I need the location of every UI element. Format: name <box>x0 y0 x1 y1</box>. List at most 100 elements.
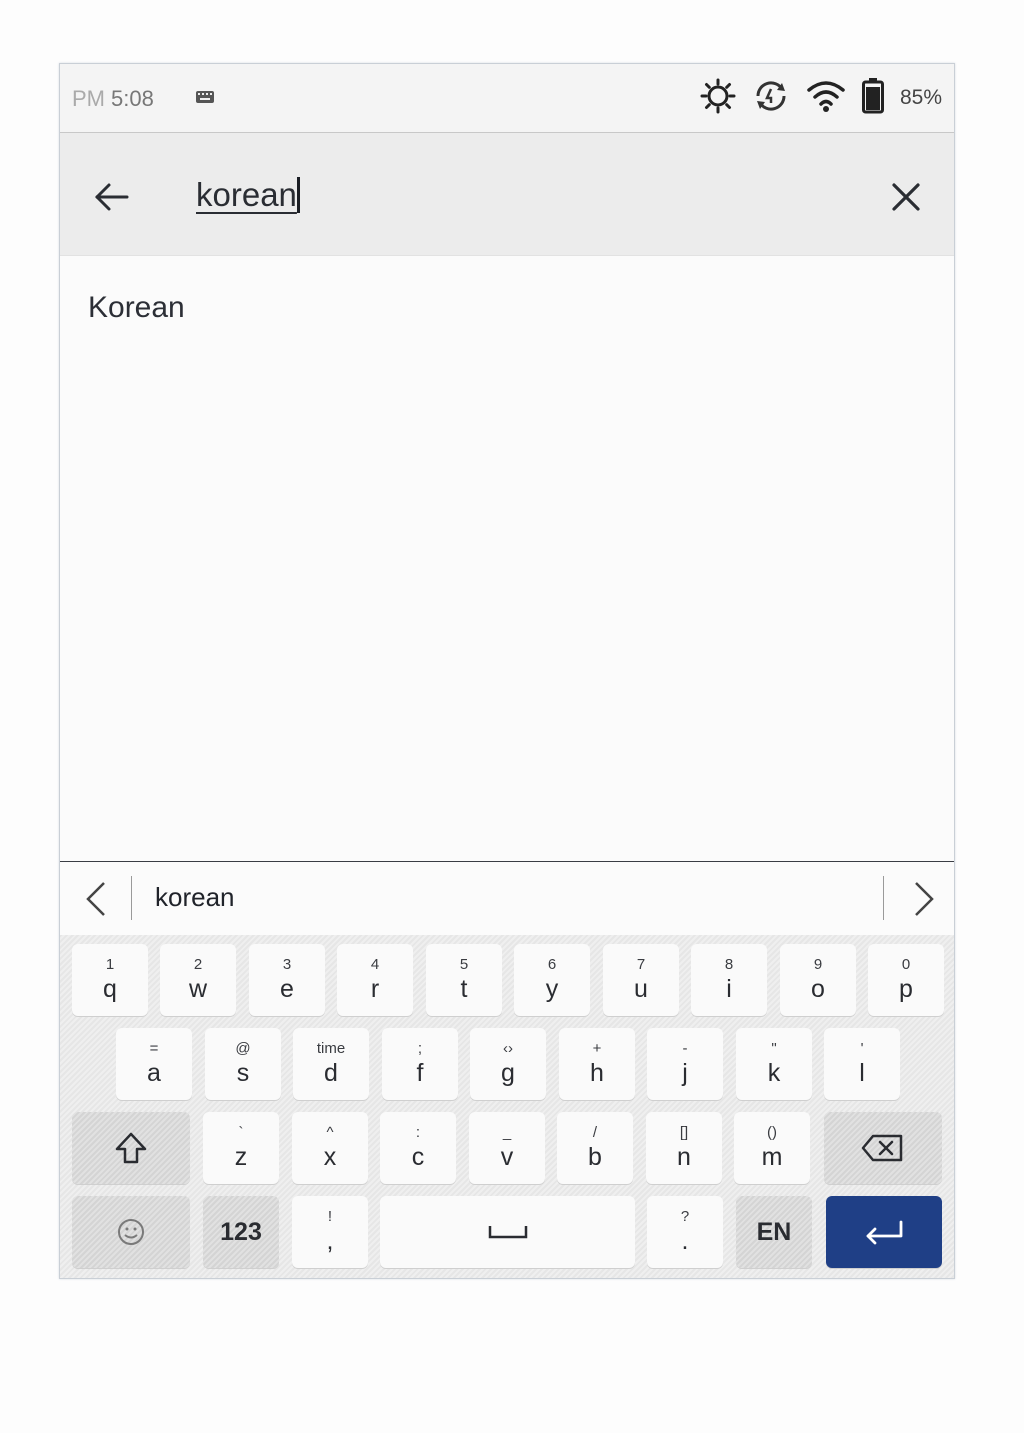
key-period[interactable]: ?. <box>647 1196 723 1268</box>
key-label: z <box>234 1143 248 1171</box>
key-x[interactable]: ^ x <box>292 1112 368 1184</box>
key-label: y <box>545 975 559 1003</box>
key-label: g <box>501 1059 515 1087</box>
key-q[interactable]: 1q <box>72 944 148 1016</box>
suggestion-divider <box>883 876 884 920</box>
key-label: b <box>588 1143 602 1171</box>
key-hint: ^ <box>326 1124 334 1141</box>
key-label: r <box>370 975 380 1003</box>
key-hint: 1 <box>105 956 115 973</box>
space-key[interactable] <box>380 1196 635 1268</box>
key-label: m <box>761 1143 783 1171</box>
key-hint: / <box>592 1124 598 1141</box>
key-hint: " <box>771 1040 777 1057</box>
numbers-key[interactable]: 123 <box>203 1196 279 1268</box>
key-label: u <box>634 975 648 1003</box>
key-label: q <box>103 975 117 1003</box>
key-label: p <box>899 975 913 1003</box>
wifi-icon[interactable] <box>806 79 846 118</box>
key-hint: ‹› <box>503 1040 513 1057</box>
key-hint: ' <box>860 1040 864 1057</box>
close-icon <box>892 183 920 211</box>
search-results: Korean <box>60 256 954 979</box>
key-label: s <box>236 1059 250 1087</box>
key-hint: ! <box>327 1208 333 1225</box>
key-hint: 4 <box>370 956 380 973</box>
key-i[interactable]: 8i <box>691 944 767 1016</box>
chevron-right-icon <box>915 882 934 916</box>
battery-icon <box>861 77 884 119</box>
key-comma[interactable]: !, <box>292 1196 368 1268</box>
keyboard: 1q 2w 3e 4r 5t 6y 7u 8i 9o 0p = a @ s time… <box>60 935 954 1278</box>
key-l[interactable]: ' l <box>824 1028 900 1100</box>
key-hint: : <box>415 1124 421 1141</box>
key-label: f <box>416 1059 424 1087</box>
language-key[interactable]: EN <box>736 1196 812 1268</box>
key-label: d <box>324 1059 338 1087</box>
enter-key[interactable] <box>826 1196 942 1268</box>
result-item[interactable]: Korean <box>88 291 185 325</box>
suggestion-divider <box>131 876 132 920</box>
search-query-text: korean <box>196 176 297 213</box>
suggestion-next-button[interactable] <box>908 880 940 918</box>
enter-icon <box>866 1220 903 1245</box>
key-t[interactable]: 5t <box>426 944 502 1016</box>
key-s[interactable]: @ s <box>205 1028 281 1100</box>
key-e[interactable]: 3e <box>249 944 325 1016</box>
key-p[interactable]: 0p <box>868 944 944 1016</box>
key-hint: 2 <box>193 956 203 973</box>
key-hint: ? <box>680 1208 690 1225</box>
key-label: h <box>590 1059 604 1087</box>
key-hint: ; <box>417 1040 423 1057</box>
key-n[interactable]: [] n <box>646 1112 722 1184</box>
key-r[interactable]: 4r <box>337 944 413 1016</box>
key-o[interactable]: 9o <box>780 944 856 1016</box>
clear-search-button[interactable] <box>882 173 930 221</box>
key-d[interactable]: time d <box>293 1028 369 1100</box>
sync-icon[interactable] <box>752 77 790 120</box>
back-button[interactable] <box>88 173 136 221</box>
key-y[interactable]: 6y <box>514 944 590 1016</box>
key-b[interactable]: / b <box>557 1112 633 1184</box>
key-a[interactable]: = a <box>116 1028 192 1100</box>
key-m[interactable]: () m <box>734 1112 810 1184</box>
key-f[interactable]: ; f <box>382 1028 458 1100</box>
shift-key[interactable] <box>72 1112 190 1184</box>
key-u[interactable]: 7u <box>603 944 679 1016</box>
key-label: w <box>188 975 208 1003</box>
key-c[interactable]: :c <box>380 1112 456 1184</box>
key-label: c <box>411 1143 425 1171</box>
device-screen: PM 5:08 85% korean Korean korean 1 q 2 w… <box>59 63 955 1279</box>
key-hint: () <box>767 1124 777 1141</box>
suggestion-word[interactable]: korean <box>155 882 235 913</box>
text-caret <box>296 177 300 213</box>
battery-percent: 85% <box>899 86 942 109</box>
suggestion-prev-button[interactable] <box>80 880 112 918</box>
search-input[interactable]: korean <box>196 171 300 219</box>
key-j[interactable]: -j <box>647 1028 723 1100</box>
brightness-icon[interactable] <box>700 78 736 119</box>
key-label: v <box>500 1143 514 1171</box>
key-hint: = <box>149 1040 159 1057</box>
key-label: e <box>280 975 294 1003</box>
key-g[interactable]: ‹› g <box>470 1028 546 1100</box>
key-w[interactable]: 2w <box>160 944 236 1016</box>
key-k[interactable]: " k <box>736 1028 812 1100</box>
key-h[interactable]: + h <box>559 1028 635 1100</box>
key-hint: 9 <box>813 956 823 973</box>
key-hint: 5 <box>459 956 469 973</box>
emoji-icon <box>118 1219 144 1245</box>
emoji-key[interactable] <box>72 1196 190 1268</box>
key-hint: - <box>682 1040 688 1057</box>
key-hint: 3 <box>282 956 292 973</box>
key-hint: 0 <box>901 956 911 973</box>
key-label: t <box>460 975 468 1003</box>
key-z[interactable]: ` z <box>203 1112 279 1184</box>
key-v[interactable]: _ v <box>469 1112 545 1184</box>
arrow-left-icon <box>95 183 129 211</box>
key-hint: @ <box>235 1040 251 1057</box>
status-bar: PM 5:08 85% <box>60 64 954 133</box>
key-label: i <box>726 975 732 1003</box>
suggestion-bar: korean <box>60 861 954 936</box>
backspace-key[interactable] <box>824 1112 942 1184</box>
